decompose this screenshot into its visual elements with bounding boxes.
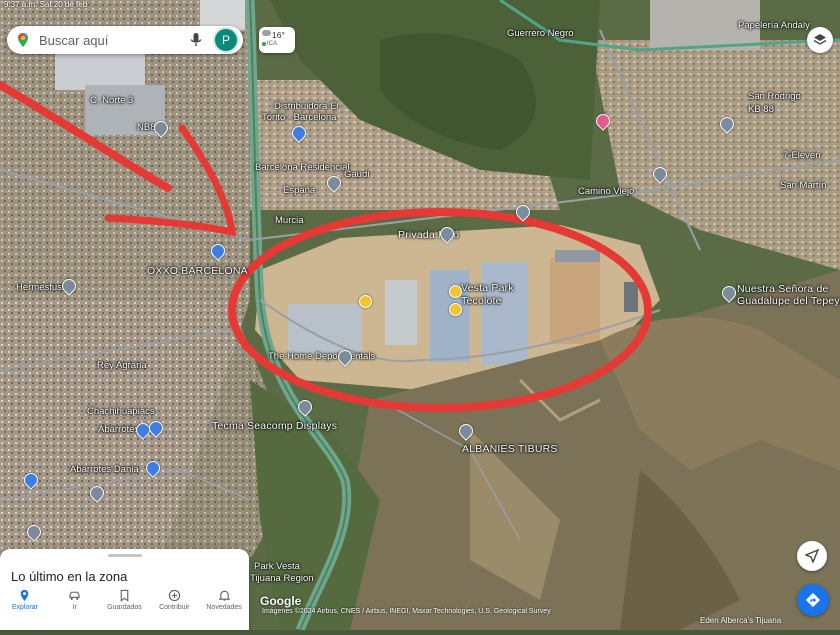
map-label-abarrotes-dania: Abarrotes Dania bbox=[70, 464, 139, 475]
map-label-chachihuapiaca: Chachihuapiacs bbox=[87, 406, 155, 417]
map-label-c-norte: C. Norte 3 bbox=[90, 95, 134, 106]
pin-icon bbox=[21, 589, 29, 602]
map-label-oxxo: OXXO BARCELONA bbox=[147, 265, 248, 277]
map-label-park-vesta: Park Vesta bbox=[254, 561, 300, 572]
navigation-arrow-icon bbox=[805, 549, 819, 563]
map-label-guerrero-negro: Guerrero Negro bbox=[507, 28, 574, 39]
star-pin-icon[interactable] bbox=[359, 295, 372, 308]
tab-novedades[interactable]: Novedades bbox=[199, 586, 249, 630]
map-label-nuestra-senora: Nuestra Señora de bbox=[737, 283, 829, 295]
map-label-san-martin: San Martín bbox=[780, 180, 827, 191]
tab-label: Novedades bbox=[206, 604, 242, 611]
tab-guardados[interactable]: Guardados bbox=[100, 586, 150, 630]
map-label-guadalupe: Guadalupe del Tepeyac bbox=[737, 295, 840, 307]
sheet-drag-handle[interactable] bbox=[108, 554, 142, 557]
map-label-rey-agraria: Rey Agraria bbox=[97, 360, 147, 371]
map-label-tecma: Tecma Seacomp Displays bbox=[212, 420, 338, 432]
account-avatar[interactable]: P bbox=[213, 27, 239, 53]
map-label-barcelona-res: Barcelona Residencial bbox=[255, 162, 350, 173]
satellite-map[interactable]: C. Norte 3 NB8 Distribuidora El Torito -… bbox=[0, 0, 840, 632]
star-pin-icon[interactable] bbox=[449, 285, 462, 298]
search-input[interactable]: Buscar aquí bbox=[39, 33, 189, 48]
weather-temperature: 16° bbox=[272, 30, 285, 40]
map-label-albanies: ALBANIES TIBURS bbox=[462, 443, 558, 455]
map-label-distribuidora: Distribuidora El bbox=[274, 101, 339, 112]
tab-label: Contribuir bbox=[159, 604, 190, 611]
bookmark-icon bbox=[120, 589, 129, 602]
tab-label: Ir bbox=[72, 604, 77, 611]
microphone-icon[interactable] bbox=[189, 32, 203, 48]
google-logo: Google bbox=[260, 594, 302, 608]
map-attribution[interactable]: Imágenes ©2024 Airbus, CNES / Airbus, IN… bbox=[262, 608, 551, 615]
map-label-kb88: KB 88 bbox=[748, 104, 774, 115]
map-label-home-depot: The Home Depot Rentals bbox=[268, 351, 376, 362]
directions-button[interactable] bbox=[797, 584, 829, 616]
google-maps-icon bbox=[18, 33, 28, 47]
directions-icon bbox=[805, 592, 821, 608]
tab-ir[interactable]: Ir bbox=[50, 586, 100, 630]
car-icon bbox=[69, 591, 80, 600]
map-label-espana: España bbox=[283, 185, 316, 196]
air-quality-label: ICA bbox=[267, 41, 278, 47]
tab-label: Explorar bbox=[11, 604, 38, 611]
weather-chip[interactable]: 16° ICA bbox=[259, 27, 295, 53]
tab-explorar[interactable]: Explorar bbox=[0, 586, 50, 630]
tab-contribuir[interactable]: Contribuir bbox=[149, 586, 199, 630]
air-quality-dot bbox=[262, 42, 266, 46]
map-label-corner: Eden Alberca's Tijuana bbox=[700, 616, 782, 625]
map-label-vesta: Vesta Park bbox=[461, 282, 514, 294]
map-label-tijuana-region: Tijuana Region bbox=[250, 573, 314, 584]
sheet-title: Lo último en la zona bbox=[11, 569, 128, 584]
star-pin-icon[interactable] bbox=[449, 303, 462, 316]
plus-circle-icon bbox=[168, 589, 180, 602]
map-label-tecolote: Tecolote bbox=[461, 295, 502, 307]
my-location-button[interactable] bbox=[797, 541, 827, 571]
map-label-seven-eleven: 7-Eleven bbox=[783, 150, 821, 161]
layers-icon bbox=[813, 34, 827, 45]
bottom-navigation: Explorar Ir Guardados Contribuir Novedad… bbox=[0, 586, 249, 630]
map-label-murcia: Murcia bbox=[275, 215, 304, 226]
layers-button[interactable] bbox=[807, 27, 833, 53]
bell-icon bbox=[218, 590, 231, 601]
map-label-torito: Torito - Barcelona bbox=[262, 112, 337, 123]
map-label-san-rodrigo: San Rodrigo bbox=[748, 91, 801, 102]
map-label-camino-viejo: Camino Viejo bbox=[578, 186, 635, 197]
tab-label: Guardados bbox=[107, 604, 142, 611]
search-bar[interactable]: Buscar aquí P bbox=[7, 26, 243, 54]
cloud-icon bbox=[262, 30, 271, 36]
map-label-gaudi: Gaudí bbox=[344, 169, 370, 180]
status-bar-time: 9:37 a.m. Sat 20 de feb bbox=[4, 0, 88, 9]
map-label-papeleria: Papelería Andaly bbox=[738, 20, 810, 31]
